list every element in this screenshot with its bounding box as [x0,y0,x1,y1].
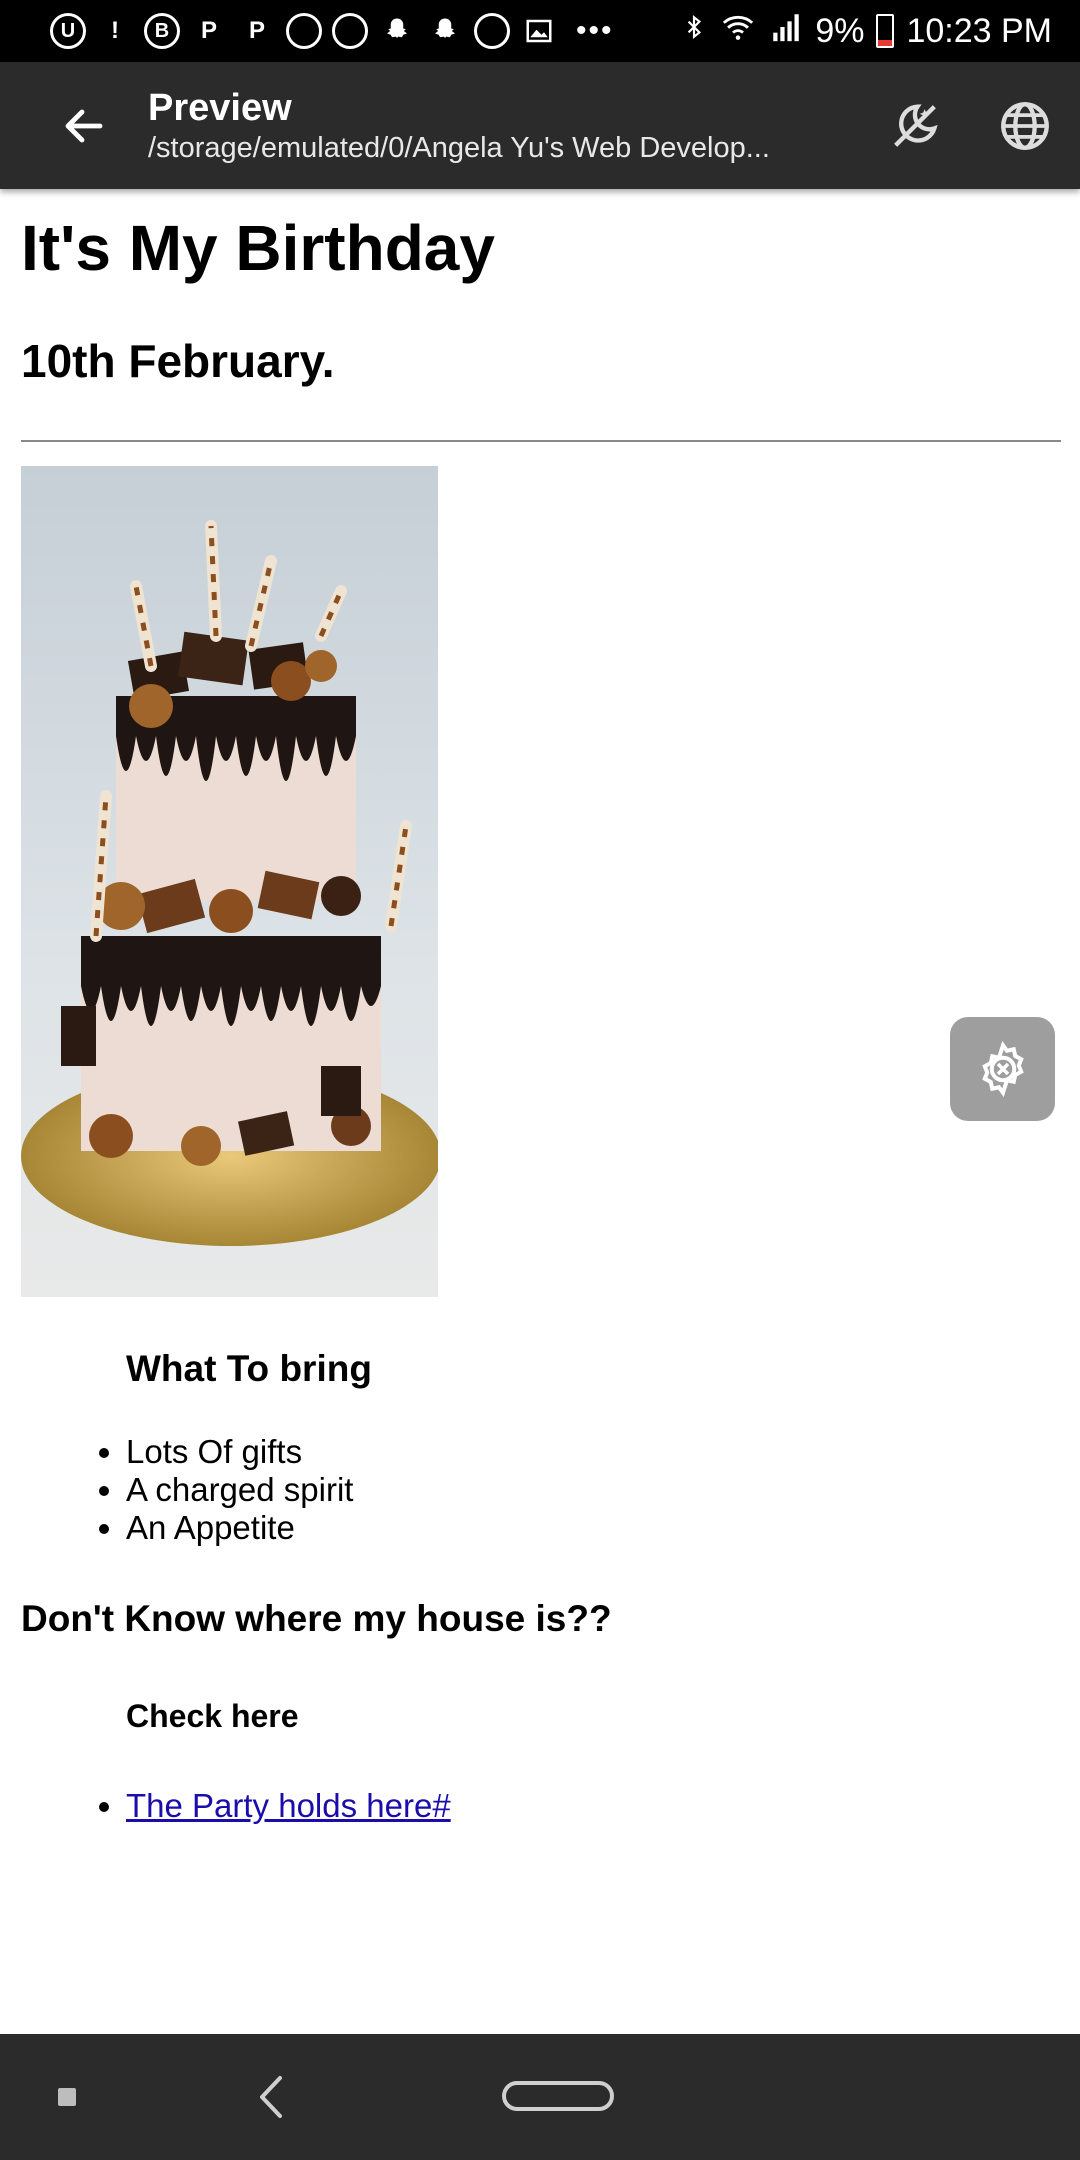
divider [21,440,1061,442]
list-item: An Appetite [126,1509,1061,1547]
check-here-heading: Check here [126,1698,299,1734]
snapchat-icon [426,12,464,50]
recent-apps-button[interactable] [58,2088,76,2106]
page-content: It's My Birthday 10th February. What To … [21,190,1061,1825]
browser-button[interactable] [970,62,1080,189]
home-button[interactable] [502,2081,614,2111]
p-app-icon: P [248,17,265,44]
bluetooth-icon [681,10,707,53]
title-block: Preview /storage/emulated/0/Angela Yu's … [148,86,860,166]
birthday-date: 10th February. [21,335,335,387]
o-app-icon [474,13,510,49]
list-item: A charged spirit [126,1471,1061,1509]
snapchat-icon [378,12,416,50]
party-location-link[interactable]: The Party holds here# [126,1787,451,1824]
what-to-bring-heading: What To bring [126,1348,372,1389]
globe-icon [1001,101,1049,150]
status-bar: U ! B P P ••• 9% 10:23 PM [0,0,1080,62]
house-location-heading: Don't Know where my house is?? [21,1598,612,1639]
battery-percent: 9% [815,11,865,50]
wifi-icon [719,10,757,53]
back-button[interactable] [34,62,134,189]
o-app-icon [332,13,368,49]
page-title: It's My Birthday [21,212,495,284]
night-mode-button[interactable] [860,62,970,189]
alert-icon: ! [111,17,119,44]
gear-icon [981,1040,1024,1098]
notification-icons: U ! B P P ••• [50,12,614,50]
clock: 10:23 PM [906,11,1052,50]
battery-icon [876,14,895,48]
list-item: Lots Of gifts [126,1433,1061,1471]
app-title: Preview [148,86,292,129]
system-status: 9% 10:23 PM [681,10,1052,53]
app-notification-icon: U [50,13,86,49]
bring-list: Lots Of gifts A charged spirit An Appeti… [21,1433,1061,1547]
link-list: The Party holds here# [21,1787,1061,1825]
signal-icon [769,10,803,53]
file-path: /storage/emulated/0/Angela Yu's Web Deve… [148,131,770,164]
cake-image [21,466,438,1297]
p-app-icon: P [200,17,217,44]
more-notifications-icon: ••• [576,14,614,47]
floating-settings-button[interactable] [950,1017,1055,1121]
o-app-icon [286,13,322,49]
image-icon [520,12,558,50]
back-nav-button[interactable] [240,2064,300,2130]
arrow-left-icon [65,109,103,142]
list-item: The Party holds here# [126,1787,1061,1825]
night-mode-icon [894,103,938,147]
navigation-bar [0,2034,1080,2160]
b-app-icon: B [144,13,180,49]
app-bar: Preview /storage/emulated/0/Angela Yu's … [0,62,1080,189]
